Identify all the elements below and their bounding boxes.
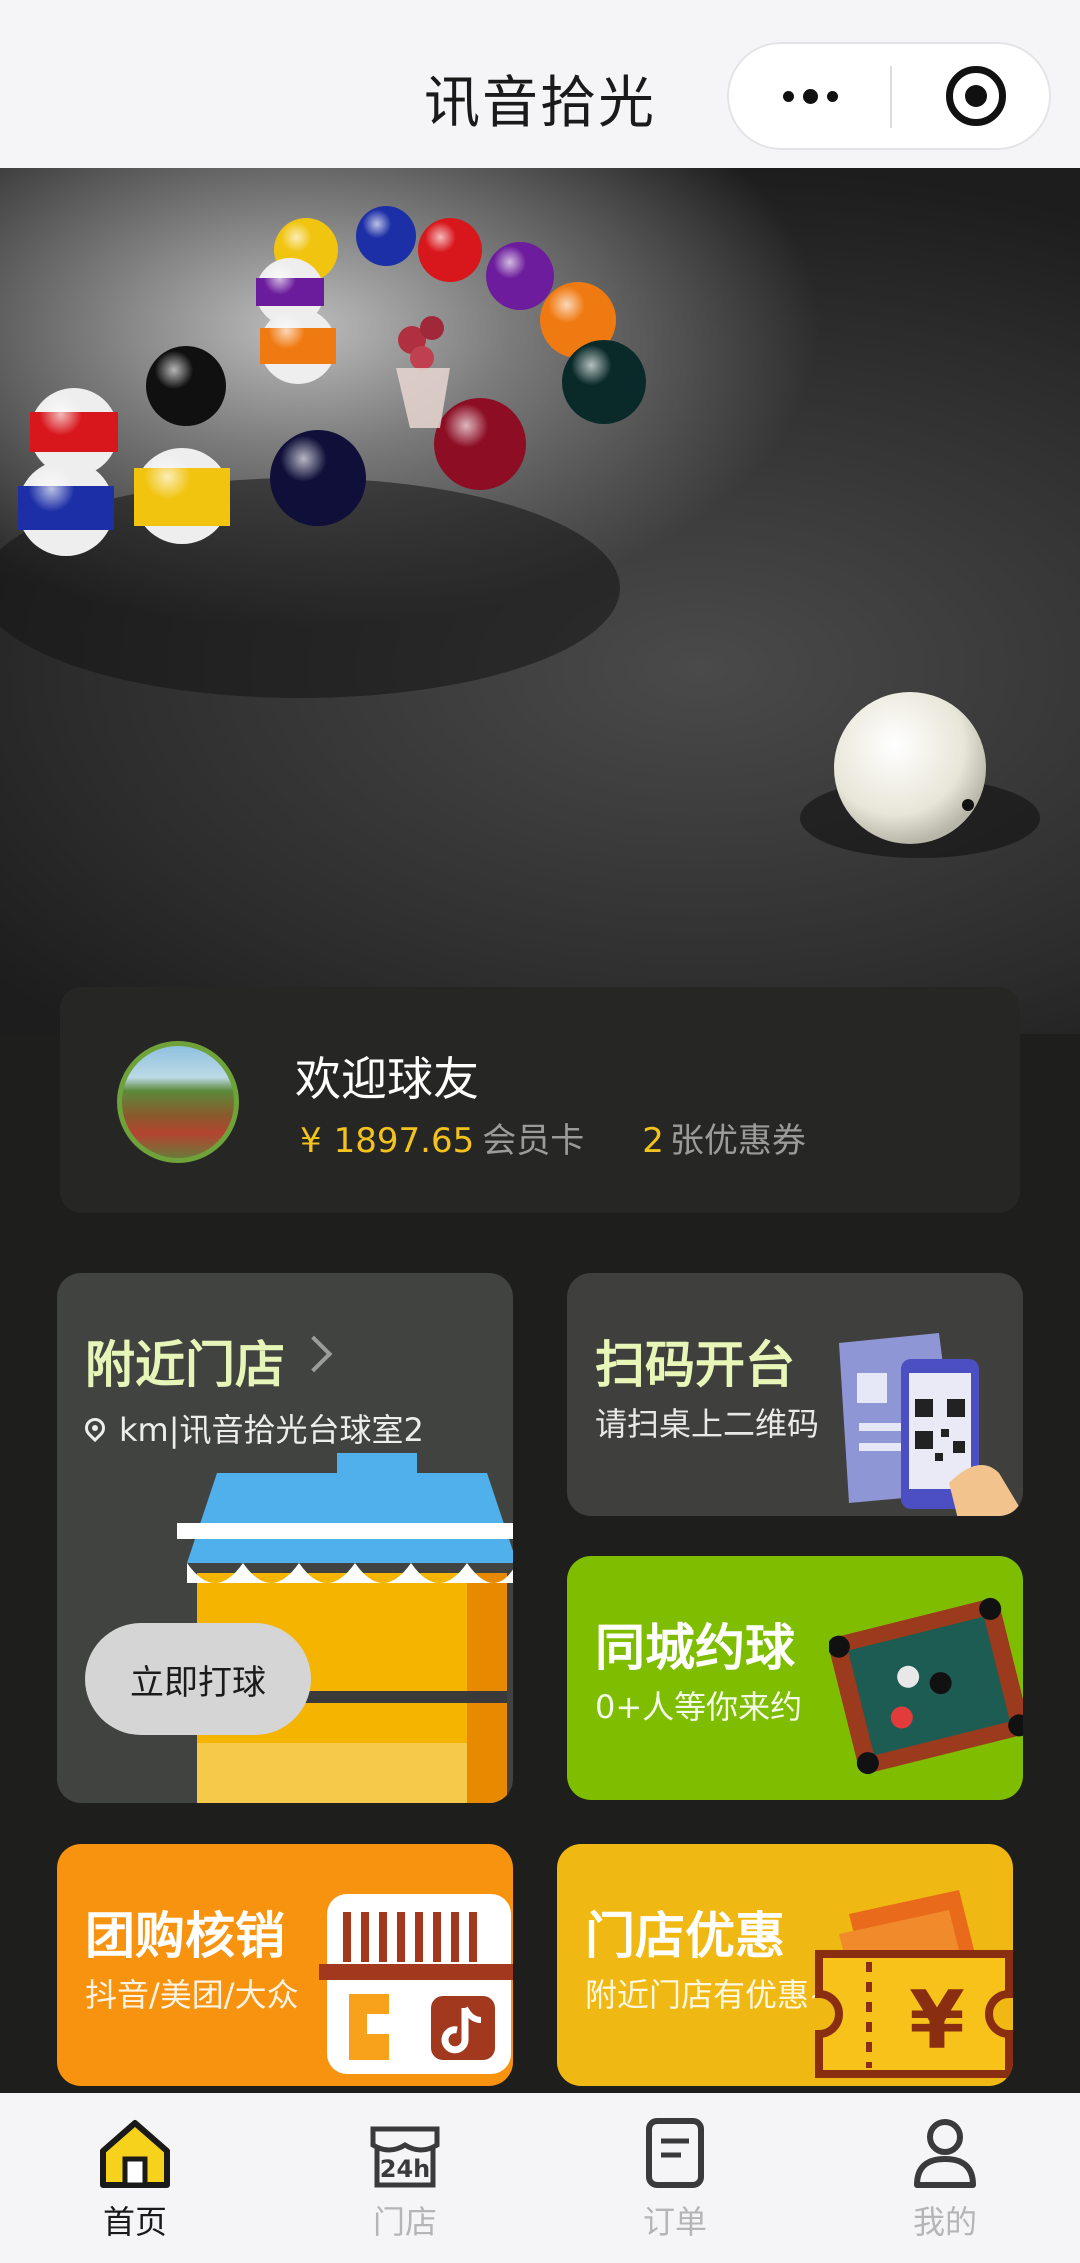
chevron-right-icon bbox=[295, 1335, 333, 1373]
tile-subtitle: 请扫桌上二维码 bbox=[595, 1405, 820, 1443]
avatar[interactable] bbox=[117, 1041, 239, 1163]
tile-subtitle: 附近门店有优惠~ bbox=[585, 1976, 836, 2014]
tab-label: 订单 bbox=[642, 2203, 707, 2241]
profile-icon bbox=[914, 2119, 976, 2188]
play-now-button[interactable]: 立即打球 bbox=[85, 1623, 311, 1735]
store-promotion-tile[interactable]: 门店优惠 附近门店有优惠~ ¥ bbox=[557, 1844, 1013, 2086]
group-buy-redeem-tile[interactable]: 团购核销 抖音/美团/大众 bbox=[57, 1844, 513, 2086]
bottom-tab-bar: 首页 24h 门店 订单 我的 bbox=[0, 2093, 1080, 2263]
billiard-table-icon bbox=[829, 1597, 1023, 1775]
tab-profile[interactable]: 我的 bbox=[810, 2093, 1080, 2263]
tab-home[interactable]: 首页 bbox=[0, 2093, 270, 2263]
tab-store[interactable]: 24h 门店 bbox=[270, 2093, 540, 2263]
coupon-label[interactable]: 张优惠券 bbox=[670, 1113, 806, 1162]
tile-title: 团购核销 bbox=[85, 1907, 285, 1965]
tile-title: 同城约球 bbox=[595, 1619, 795, 1677]
member-card-label[interactable]: 会员卡 bbox=[482, 1113, 584, 1162]
top-navigation-bar: 讯音拾光 bbox=[0, 0, 1080, 168]
home-icon bbox=[100, 2120, 170, 2188]
tile-title: 门店优惠 bbox=[585, 1907, 785, 1965]
billiard-banner-illustration bbox=[0, 206, 1040, 858]
store-24h-icon: 24h bbox=[370, 2126, 440, 2188]
member-info-card[interactable]: 欢迎球友 ¥ 1897.65 会员卡 2 张优惠券 bbox=[60, 987, 1020, 1213]
welcome-text: 欢迎球友 bbox=[295, 1052, 479, 1106]
coupon-ticket-icon: ¥ bbox=[815, 1890, 1013, 2078]
tab-orders[interactable]: 订单 bbox=[540, 2093, 810, 2263]
coupon-scan-icon bbox=[319, 1894, 513, 2074]
balance-row: ¥ 1897.65 会员卡 2 张优惠券 bbox=[300, 1113, 806, 1162]
scan-open-table-tile[interactable]: 扫码开台 请扫桌上二维码 bbox=[567, 1273, 1023, 1516]
svg-text:24h: 24h bbox=[380, 2155, 430, 2183]
tile-title: 附近门店 bbox=[85, 1336, 285, 1394]
svg-text:¥: ¥ bbox=[909, 1974, 965, 2067]
miniprogram-capsule bbox=[727, 42, 1051, 150]
order-icon bbox=[646, 2118, 704, 2188]
tab-label: 首页 bbox=[102, 2203, 167, 2241]
city-match-tile[interactable]: 同城约球 0+人等你来约 bbox=[567, 1556, 1023, 1800]
tile-title: 扫码开台 bbox=[595, 1336, 795, 1394]
store-location: km|讯音拾光台球室2 bbox=[80, 1405, 424, 1451]
nearby-store-tile[interactable]: 附近门店 km|讯音拾光台球室2 立即打球 bbox=[57, 1273, 513, 1803]
tile-subtitle: 抖音/美团/大众 bbox=[85, 1976, 299, 2014]
more-dots-icon[interactable] bbox=[729, 44, 891, 148]
qr-scan-icon bbox=[839, 1333, 1023, 1516]
coupon-count: 2 bbox=[642, 1121, 664, 1161]
location-pin-icon bbox=[80, 1413, 110, 1443]
store-name: km|讯音拾光台球室2 bbox=[119, 1411, 424, 1449]
billiard-balls-banner[interactable] bbox=[0, 168, 1080, 1034]
tab-label: 门店 bbox=[372, 2203, 437, 2241]
tab-label: 我的 bbox=[912, 2203, 977, 2241]
currency-symbol: ¥ bbox=[300, 1121, 322, 1161]
tile-subtitle: 0+人等你来约 bbox=[595, 1688, 803, 1726]
capsule-divider bbox=[890, 66, 892, 128]
member-balance: 1897.65 bbox=[333, 1121, 475, 1161]
target-icon[interactable] bbox=[946, 66, 1006, 126]
